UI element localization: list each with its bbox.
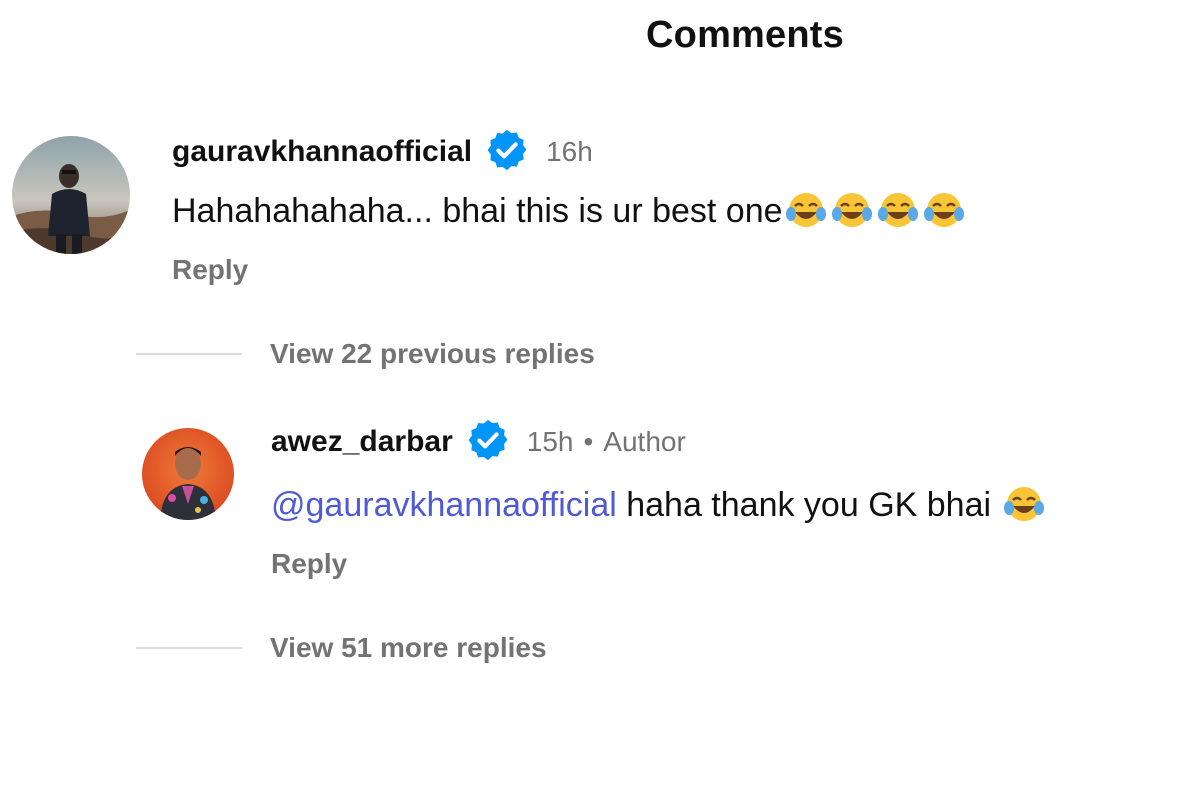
view-previous-replies-button[interactable]: View 22 previous replies [136, 334, 595, 374]
view-more-replies-button[interactable]: View 51 more replies [136, 628, 547, 668]
view-replies-label: View 51 more replies [270, 632, 547, 663]
meta-separator: • [583, 426, 594, 457]
comment-time: 16h [546, 136, 593, 167]
verified-badge-icon [465, 417, 511, 468]
verified-badge-icon [484, 127, 530, 178]
reply-header: awez_darbar 15h • Author [271, 419, 686, 464]
author-tag: Author [603, 426, 686, 457]
mention-link[interactable]: @gauravkhannaofficial [271, 486, 617, 524]
comment-username[interactable]: gauravkhannaofficial [172, 135, 472, 169]
comments-page: Comments gauravkhannaofficial 16h Hahaha… [0, 0, 1200, 800]
reply-button[interactable]: Reply [172, 254, 248, 286]
avatar-gauravkhannaofficial[interactable] [12, 136, 130, 254]
avatar-awez-darbar[interactable] [142, 428, 234, 520]
reply-body: haha thank you GK bhai [616, 486, 1001, 524]
replies-divider-line [136, 353, 242, 355]
reply-time: 15h [526, 426, 574, 457]
comment-header: gauravkhannaofficial 16h [172, 129, 593, 174]
tears-of-joy-emoji-icon [875, 192, 921, 230]
comment-body: Hahahahahaha... bhai this is ur best one [172, 192, 783, 230]
view-replies-label: View 22 previous replies [270, 338, 595, 369]
tears-of-joy-emoji-icon [783, 192, 829, 230]
reply-button[interactable]: Reply [271, 548, 347, 580]
reply-text: @gauravkhannaofficial haha thank you GK … [271, 484, 1047, 525]
reply-username[interactable]: awez_darbar [271, 425, 453, 459]
replies-divider-line [136, 647, 242, 649]
tears-of-joy-emoji-icon [829, 192, 875, 230]
page-title: Comments [646, 14, 844, 56]
tears-of-joy-emoji-icon [1001, 486, 1047, 524]
comment-text: Hahahahahaha... bhai this is ur best one [172, 190, 967, 231]
tears-of-joy-emoji-icon [921, 192, 967, 230]
